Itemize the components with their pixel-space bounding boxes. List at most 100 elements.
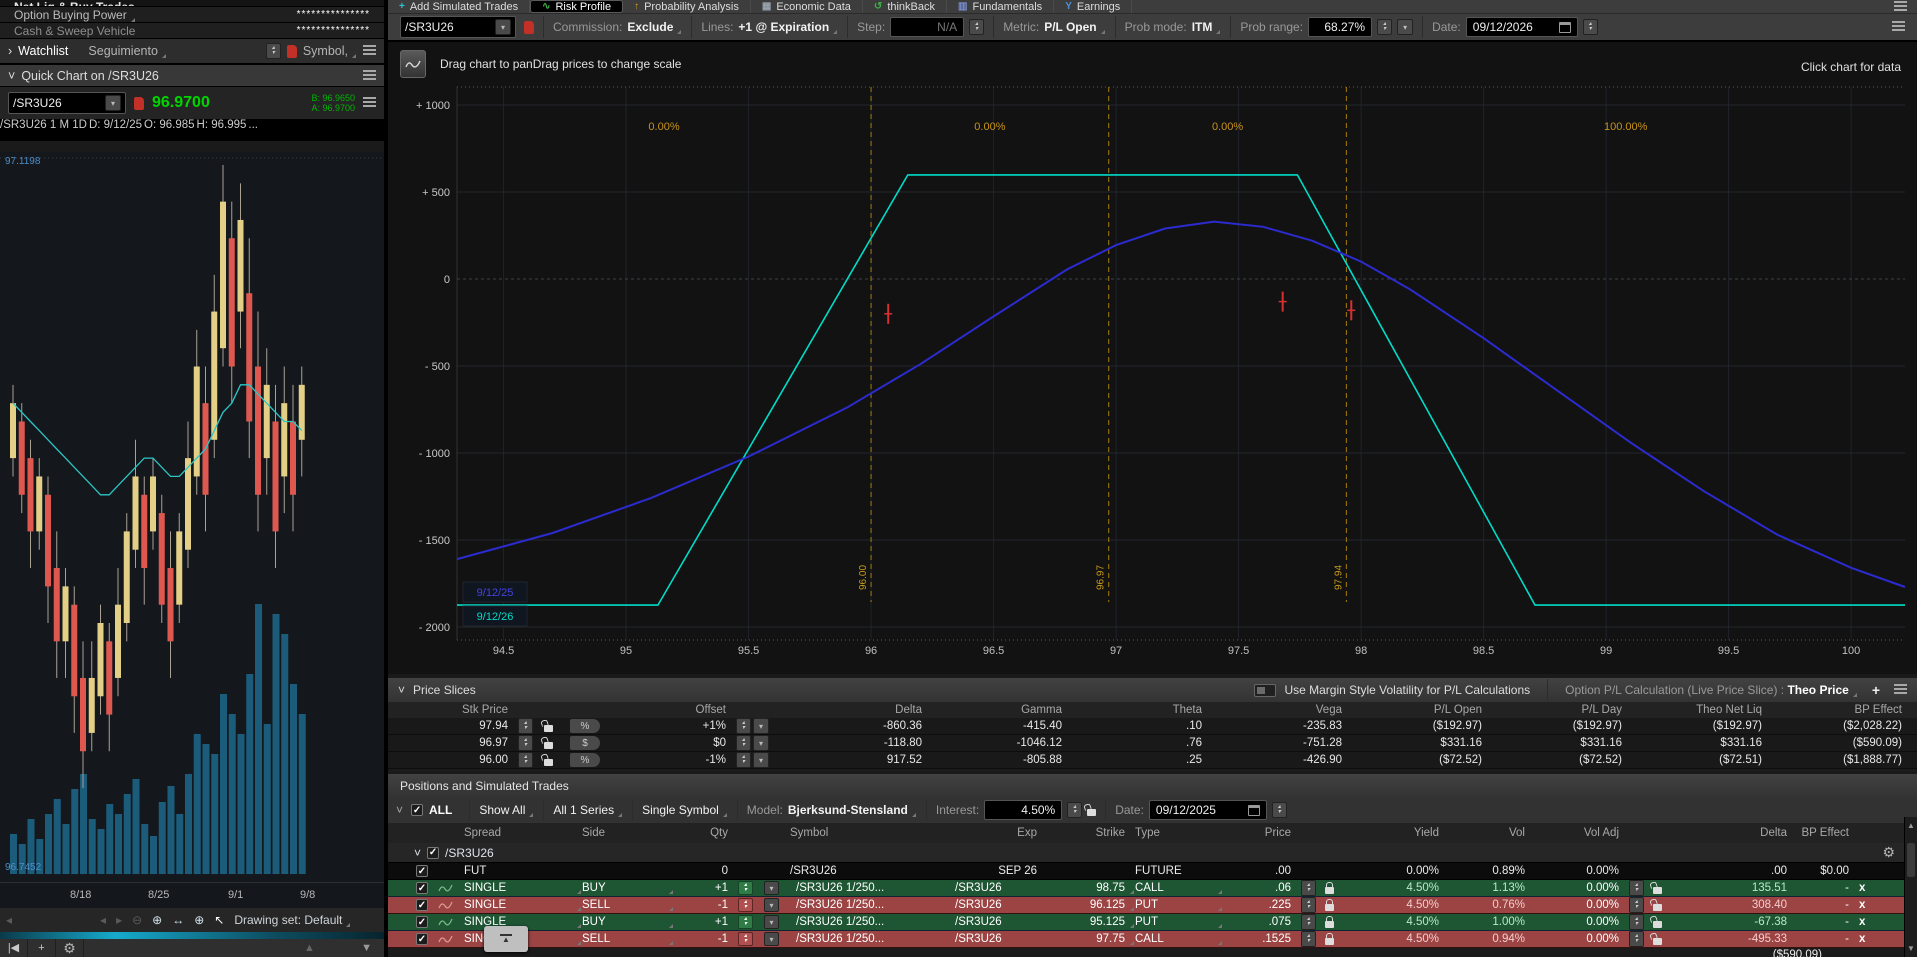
chevron-down-icon[interactable]: ˅ (396, 803, 403, 817)
prob-range-stepper[interactable]: ▴▾ (1377, 19, 1392, 35)
symbol-dropdown[interactable]: /SR3U26 ▾ (400, 16, 516, 38)
chevron-down-icon[interactable]: ˅ (398, 683, 405, 697)
unlock-icon[interactable] (1653, 904, 1662, 911)
chevron-down-icon[interactable]: ▾ (753, 752, 769, 768)
tab-add-simulated-trades[interactable]: +Add Simulated Trades (388, 0, 530, 13)
offset-stepper[interactable]: ▴▾ (736, 718, 751, 734)
positions-date-input[interactable]: 09/12/2025 (1149, 800, 1267, 820)
unlock-icon[interactable] (1653, 921, 1662, 928)
unlock-icon[interactable] (544, 759, 553, 766)
row-checkbox[interactable]: ✓ (416, 899, 428, 911)
type-value[interactable]: CALL (1135, 933, 1223, 945)
lock-icon[interactable] (1325, 887, 1334, 894)
chevron-down-icon[interactable]: ▾ (753, 718, 769, 734)
vol-adj-stepper[interactable]: ▴▾ (1629, 931, 1644, 947)
lock-icon[interactable] (1325, 904, 1334, 911)
series-filter[interactable]: All 1 Series (553, 803, 623, 817)
gear-icon[interactable]: ⚙ (1882, 844, 1895, 861)
chevron-down-icon[interactable]: ˅ (8, 69, 15, 83)
vol-adj-value[interactable]: 0.00% (1535, 916, 1629, 928)
scroll-down-icon[interactable]: ▼ (1905, 944, 1917, 953)
price-stepper[interactable]: ▴▾ (1301, 931, 1316, 947)
chevron-right-icon[interactable]: › (8, 44, 12, 58)
symbol-column-label[interactable]: Symbol, (303, 44, 357, 58)
remove-row-button[interactable]: x (1859, 882, 1893, 894)
tab-probability-analysis[interactable]: ↑Probability Analysis (623, 0, 751, 13)
watchlist-tab-seguimiento[interactable]: Seguimiento (88, 44, 167, 58)
trade-row-sell-96.125[interactable]: ✓SINGLESELL-1▴▾▾/SR3U26 1/250.../SR3U269… (388, 897, 1917, 914)
slice-price-stepper[interactable]: ▴▾ (518, 735, 533, 751)
offset-unit-badge[interactable]: $ (570, 736, 600, 750)
vol-adj-value[interactable]: 0.00% (1535, 899, 1629, 911)
tab-risk-profile[interactable]: ∿Risk Profile (530, 0, 623, 13)
price-value[interactable]: .06 (1223, 882, 1301, 894)
add-slice-button[interactable]: + (1872, 682, 1880, 698)
panel-down-icon[interactable]: ▼ (361, 942, 372, 954)
strike-value[interactable]: 95.125 (1047, 916, 1135, 928)
unlock-icon[interactable] (1653, 887, 1662, 894)
scroll-thumb[interactable] (1907, 843, 1915, 877)
menu-icon[interactable] (1894, 1, 1907, 13)
qty-stepper[interactable]: ▴▾ (738, 881, 753, 895)
zoom-in-icon[interactable]: ⊕ (152, 913, 162, 927)
chevron-down-icon[interactable]: ▾ (753, 735, 769, 751)
chevron-down-icon[interactable]: ˅ (414, 846, 421, 860)
interest-stepper[interactable]: ▴▾ (1067, 802, 1082, 818)
slice-price-stepper[interactable]: ▴▾ (518, 718, 533, 734)
side-value[interactable]: SELL (582, 899, 674, 911)
remove-row-button[interactable]: x (1859, 933, 1893, 945)
risk-profile-svg[interactable]: + 1000+ 5000- 500- 1000- 1500- 200096.00… (388, 42, 1917, 674)
price-value[interactable]: .225 (1223, 899, 1301, 911)
date-input[interactable]: 09/12/2026 (1466, 17, 1578, 37)
row-checkbox[interactable]: ✓ (416, 933, 428, 945)
vol-adj-value[interactable]: 0.00% (1535, 882, 1629, 894)
menu-icon[interactable] (363, 45, 376, 57)
offset-stepper[interactable]: ▴▾ (736, 752, 751, 768)
position-chart-icon[interactable] (438, 917, 453, 928)
type-value[interactable]: PUT (1135, 899, 1223, 911)
account-row-cash-sweep[interactable]: Cash & Sweep Vehicle *************** (0, 23, 384, 39)
prob-mode-selector[interactable]: Prob mode: ITM (1125, 20, 1222, 34)
model-selector[interactable]: Model: Bjerksund-Stensland (747, 803, 917, 817)
pl-calc-selector[interactable]: Option P/L Calculation (Live Price Slice… (1565, 683, 1858, 697)
spread-value[interactable]: SINGLE (464, 899, 582, 911)
watchlist-title[interactable]: Watchlist (18, 44, 68, 58)
offset-unit-badge[interactable]: % (570, 753, 600, 767)
all-checkbox[interactable]: ✓ (411, 804, 423, 816)
calendar-icon[interactable] (1559, 22, 1571, 33)
chevron-down-icon[interactable]: ▾ (764, 932, 779, 946)
row-checkbox[interactable]: ✓ (416, 865, 428, 877)
side-value[interactable]: SELL (582, 933, 674, 945)
price-value[interactable]: .1525 (1223, 933, 1301, 945)
spread-value[interactable]: SINGLE (464, 882, 582, 894)
unlock-icon[interactable] (1087, 809, 1096, 816)
position-chart-icon[interactable] (438, 883, 453, 894)
metric-selector[interactable]: Metric: P/L Open (1003, 20, 1105, 34)
qty-value[interactable]: +1 (674, 882, 738, 894)
side-value[interactable]: BUY (582, 882, 674, 894)
price-slice-row[interactable]: 97.94▴▾%+1%▴▾▾-860.36-415.40.10-235.83($… (388, 718, 1917, 735)
prob-range-input[interactable]: 68.27% (1308, 17, 1372, 37)
menu-icon[interactable] (1892, 21, 1905, 33)
futures-row[interactable]: ✓FUT0/SR3U26SEP 26FUTURE.000.00%0.89%0.0… (388, 863, 1917, 880)
price-slice-row[interactable]: 96.97▴▾$$0▴▾▾-118.80-1046.12.76-751.28$3… (388, 735, 1917, 752)
type-value[interactable]: PUT (1135, 916, 1223, 928)
slice-price[interactable]: 96.00 (388, 754, 518, 766)
row-checkbox[interactable]: ✓ (416, 882, 428, 894)
slice-offset[interactable]: +1% (616, 720, 736, 732)
qty-value[interactable]: +1 (674, 916, 738, 928)
gear-icon[interactable]: ⚙ (56, 939, 84, 957)
add-button[interactable]: + (28, 939, 56, 957)
price-stepper[interactable]: ▴▾ (1301, 880, 1316, 896)
alert-icon[interactable] (287, 45, 297, 58)
scroll-up-icon[interactable]: ▲ (1905, 821, 1917, 830)
alert-icon[interactable] (524, 21, 534, 34)
qty-value[interactable]: -1 (674, 899, 738, 911)
slice-offset[interactable]: $0 (616, 737, 736, 749)
drawing-set-selector[interactable]: Drawing set: Default (234, 913, 351, 927)
vol-adj-stepper[interactable]: ▴▾ (1629, 914, 1644, 930)
scroll-to-top-button[interactable]: ▲ (484, 926, 528, 952)
chevron-down-icon[interactable]: ▾ (764, 898, 779, 912)
date-stepper[interactable]: ▴▾ (1583, 19, 1598, 35)
watchlist-stepper[interactable]: ▴▾ (266, 43, 281, 59)
